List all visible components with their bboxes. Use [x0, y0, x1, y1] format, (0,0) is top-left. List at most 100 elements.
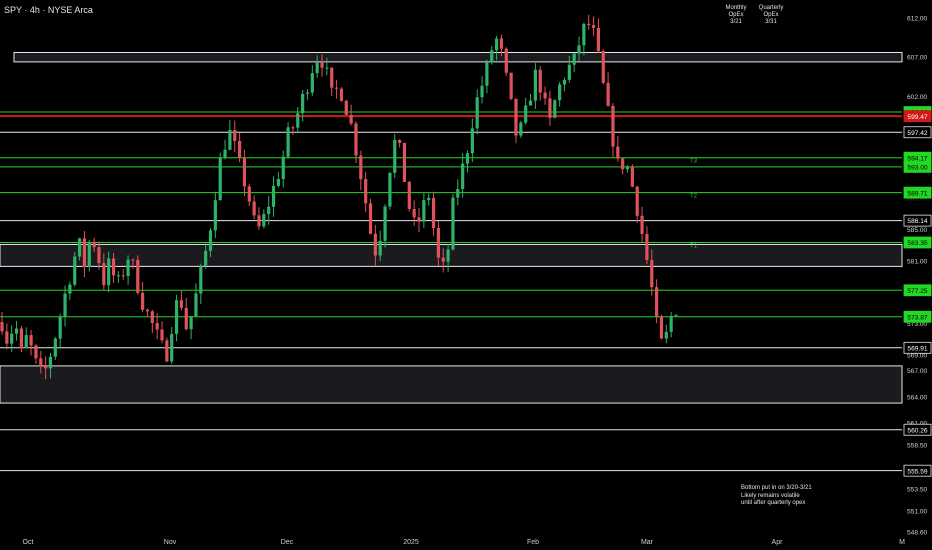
candle-body	[286, 127, 290, 157]
candle	[276, 171, 280, 188]
candle-body	[48, 356, 53, 369]
candle	[528, 93, 533, 106]
candle-body	[213, 200, 217, 231]
candle-body	[262, 213, 266, 227]
candle-body	[475, 97, 479, 129]
candle	[490, 45, 494, 65]
price-badge-573-87: 573.87	[903, 310, 932, 323]
candle	[223, 139, 227, 160]
candle-body	[621, 158, 625, 170]
candle-body	[160, 329, 164, 341]
candle	[635, 185, 639, 223]
candle-body	[194, 293, 198, 317]
candle	[616, 136, 620, 162]
candle	[34, 344, 38, 364]
y-tick-label: 548.60	[907, 530, 928, 537]
candle-body	[470, 128, 474, 154]
candle	[228, 120, 232, 151]
y-tick-label: 551.00	[907, 508, 928, 515]
price-badge-label: 573.87	[907, 314, 928, 321]
candle-body	[601, 51, 605, 83]
target-label-t1: T1	[690, 243, 698, 249]
candle	[170, 327, 174, 364]
candle	[126, 255, 130, 285]
candle-body	[24, 335, 28, 348]
candle-body	[480, 85, 484, 98]
candle	[305, 89, 310, 100]
candle-body	[567, 64, 571, 80]
candle	[136, 255, 140, 295]
candle	[485, 59, 489, 94]
candle-body	[504, 48, 508, 73]
y-tick-label: 612.00	[907, 16, 928, 23]
candle-body	[334, 87, 339, 89]
price-chart[interactable]: T3 T2 T1 Oct Nov Dec 2025 Feb Mar Apr M 612.00 607…	[0, 0, 932, 550]
candle-body	[456, 189, 460, 198]
target-label-t2: T2	[690, 194, 698, 200]
candle-body	[68, 284, 72, 294]
candle-body	[538, 69, 542, 93]
candle	[572, 53, 576, 73]
candle	[630, 164, 634, 188]
candle	[194, 283, 198, 317]
target-label-layer: T3 T2 T1	[690, 159, 698, 250]
candle	[543, 86, 547, 105]
candle	[383, 204, 387, 248]
x-tick-label: Dec	[281, 539, 294, 546]
candle-body	[398, 139, 402, 143]
candle-body	[354, 123, 358, 156]
y-tick-label: 607.00	[907, 55, 928, 62]
y-tick-label: 553.50	[907, 487, 928, 494]
candle-body	[533, 69, 537, 101]
candle-body	[305, 92, 310, 94]
candle-body	[364, 179, 368, 204]
candle	[417, 207, 421, 233]
candle	[73, 251, 77, 287]
candle-body	[461, 163, 465, 190]
x-tick-label: 2025	[403, 539, 419, 546]
candle-body	[436, 227, 441, 258]
candle	[407, 180, 411, 212]
candle-body	[485, 62, 489, 86]
monthly-opex-line-3: 3/21	[730, 19, 742, 25]
price-badge-label: 589.71	[907, 190, 928, 197]
candle	[538, 66, 542, 101]
candle	[606, 72, 610, 107]
candle-body	[359, 155, 363, 180]
candle-body	[0, 322, 4, 332]
candle	[524, 97, 528, 125]
candle-body	[189, 316, 193, 330]
candle	[257, 207, 261, 230]
candle-body	[141, 292, 145, 310]
price-badge-label: 583.35	[907, 240, 928, 247]
candle-body	[155, 323, 159, 330]
candle	[475, 89, 479, 135]
candle-body	[572, 53, 576, 65]
candle	[252, 195, 256, 220]
candle	[213, 191, 217, 239]
candle-body	[344, 100, 348, 115]
candle-body	[514, 98, 518, 136]
candle	[354, 121, 358, 163]
candle-body	[145, 309, 150, 312]
y-tick-label: 602.00	[907, 94, 928, 101]
candle	[281, 150, 285, 188]
candle	[659, 314, 664, 340]
candle	[625, 165, 630, 173]
candle-body	[674, 315, 678, 317]
candle	[591, 16, 596, 36]
candle-body	[310, 73, 314, 93]
candle	[5, 323, 9, 350]
candle	[63, 285, 67, 327]
price-badge-569-91: 569.91	[903, 341, 932, 354]
quarterly-opex-line-2: OpEx	[763, 12, 779, 18]
candle	[398, 139, 402, 148]
candle-body	[179, 300, 184, 308]
candle	[451, 193, 455, 251]
candle	[189, 316, 193, 340]
quarterly-opex-annotation: Quarterly OpEx 3/31	[754, 5, 788, 26]
x-tick-label: Feb	[527, 539, 539, 546]
candle	[165, 337, 169, 363]
candle-body	[10, 333, 14, 344]
candle-body	[422, 200, 426, 222]
